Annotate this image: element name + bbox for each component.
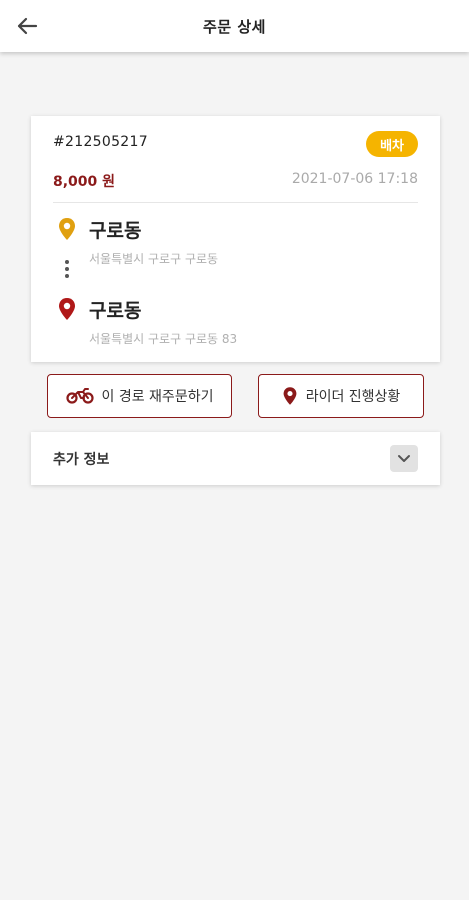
dropoff-pin-icon — [59, 298, 75, 320]
arrow-left-icon — [17, 17, 38, 35]
dropoff-address: 서울특별시 구로구 구로동 83 — [89, 332, 238, 346]
address-redaction — [276, 329, 416, 345]
location-pin-icon — [283, 387, 297, 405]
dropoff-name: 구로동 — [89, 300, 142, 322]
pickup-pin-icon — [59, 218, 75, 240]
chevron-down-icon — [398, 454, 410, 462]
reorder-button[interactable]: 이 경로 재주문하기 — [47, 374, 232, 418]
rider-progress-button[interactable]: 라이더 진행상황 — [258, 374, 424, 418]
rider-progress-label: 라이더 진행상황 — [305, 389, 401, 405]
route-dots — [64, 260, 70, 280]
page-title: 주문 상세 — [203, 17, 266, 36]
address-redaction — [246, 249, 341, 265]
order-datetime: 2021-07-06 17:18 — [291, 171, 418, 187]
pickup-name: 구로동 — [89, 220, 142, 242]
order-summary-card: #212505217 배차 8,000 원 2021-07-06 17:18 구… — [31, 116, 440, 362]
extra-info-label: 추가 정보 — [53, 451, 110, 468]
reorder-label: 이 경로 재주문하기 — [101, 389, 214, 405]
pickup-address: 서울특별시 구로구 구로동 — [89, 252, 219, 266]
extra-info-panel[interactable]: 추가 정보 — [31, 432, 440, 485]
status-badge: 배차 — [366, 131, 418, 157]
divider — [53, 202, 418, 203]
back-button[interactable] — [10, 10, 44, 42]
order-price: 8,000 원 — [53, 174, 116, 190]
order-number: #212505217 — [53, 134, 148, 150]
app-bar: 주문 상세 — [0, 0, 469, 52]
expand-button[interactable] — [390, 445, 418, 472]
motorcycle-icon — [65, 388, 94, 404]
